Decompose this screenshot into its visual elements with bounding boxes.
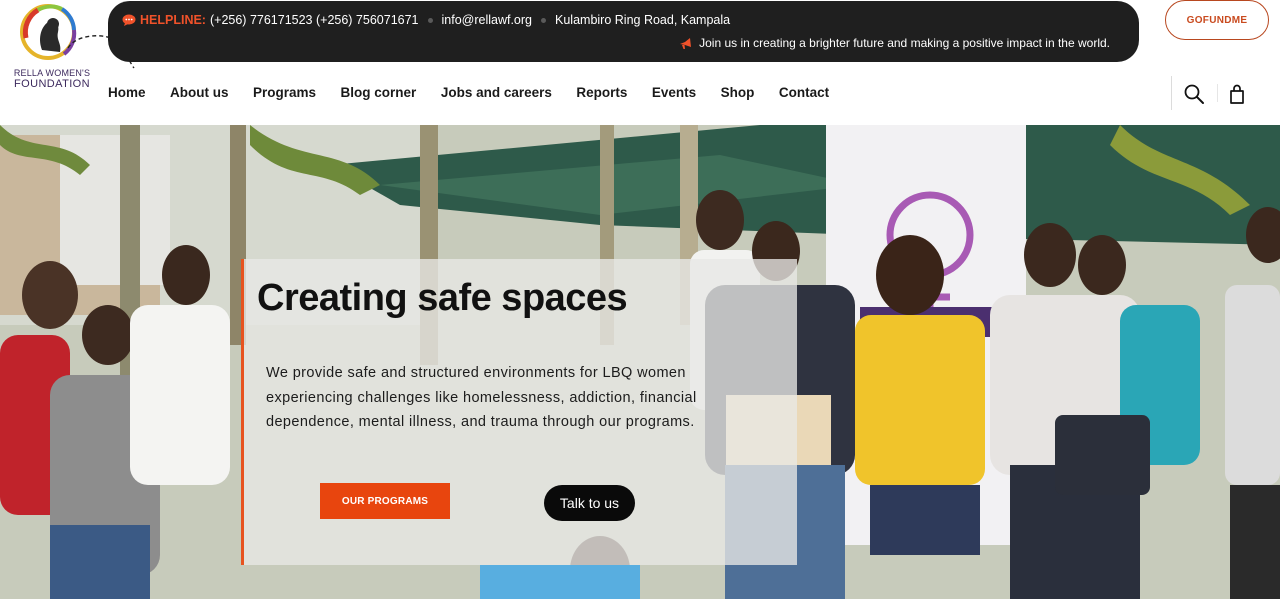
nav-divider (1217, 84, 1218, 102)
hero-title: Creating safe spaces (257, 277, 628, 319)
tagline-text: Join us in creating a brighter future an… (699, 36, 1110, 50)
separator-dot (541, 17, 547, 23)
search-icon[interactable] (1183, 83, 1205, 105)
nav-item-contact[interactable]: Contact (779, 85, 829, 100)
helpline-label: HELPLINE: (140, 13, 206, 27)
helpline-phones[interactable]: (+256) 776171523 (+256) 756071671 (210, 13, 419, 27)
site-header: RELLA WOMEN'S FOUNDATION HELPLINE: (+256… (0, 0, 1280, 125)
logo-line2: FOUNDATION (14, 78, 90, 90)
shopping-bag-icon[interactable] (1227, 83, 1247, 105)
hero-content-card: Creating safe spaces We provide safe and… (241, 259, 797, 565)
main-navigation: Home About us Programs Blog corner Jobs … (108, 85, 854, 100)
top-info-bar: HELPLINE: (+256) 776171523 (+256) 756071… (108, 1, 1139, 62)
hero-accent-bar (241, 259, 244, 565)
nav-item-programs[interactable]: Programs (253, 85, 316, 100)
logo-text: RELLA WOMEN'S FOUNDATION (6, 68, 98, 90)
site-logo[interactable]: RELLA WOMEN'S FOUNDATION (6, 2, 135, 94)
contact-email[interactable]: info@rellawf.org (442, 13, 533, 27)
megaphone-icon (680, 38, 692, 49)
chat-bubble-icon (122, 14, 136, 26)
our-programs-button[interactable]: OUR PROGRAMS (320, 483, 450, 519)
nav-item-blog-corner[interactable]: Blog corner (341, 85, 417, 100)
nav-item-jobs-and-careers[interactable]: Jobs and careers (441, 85, 552, 100)
nav-item-home[interactable]: Home (108, 85, 146, 100)
contact-address: Kulambiro Ring Road, Kampala (555, 13, 731, 27)
gofundme-button[interactable]: GOFUNDME (1165, 0, 1269, 40)
nav-item-reports[interactable]: Reports (576, 85, 627, 100)
separator-dot (427, 17, 433, 23)
nav-item-shop[interactable]: Shop (721, 85, 755, 100)
tagline-row: Join us in creating a brighter future an… (679, 36, 1110, 50)
nav-item-events[interactable]: Events (652, 85, 696, 100)
talk-to-us-button[interactable]: Talk to us (544, 485, 635, 521)
nav-item-about-us[interactable]: About us (170, 85, 229, 100)
nav-divider (1171, 76, 1172, 110)
contact-row: HELPLINE: (+256) 776171523 (+256) 756071… (122, 13, 730, 27)
hero-description: We provide safe and structured environme… (266, 365, 697, 430)
hero-section: Creating safe spaces We provide safe and… (0, 125, 1280, 599)
